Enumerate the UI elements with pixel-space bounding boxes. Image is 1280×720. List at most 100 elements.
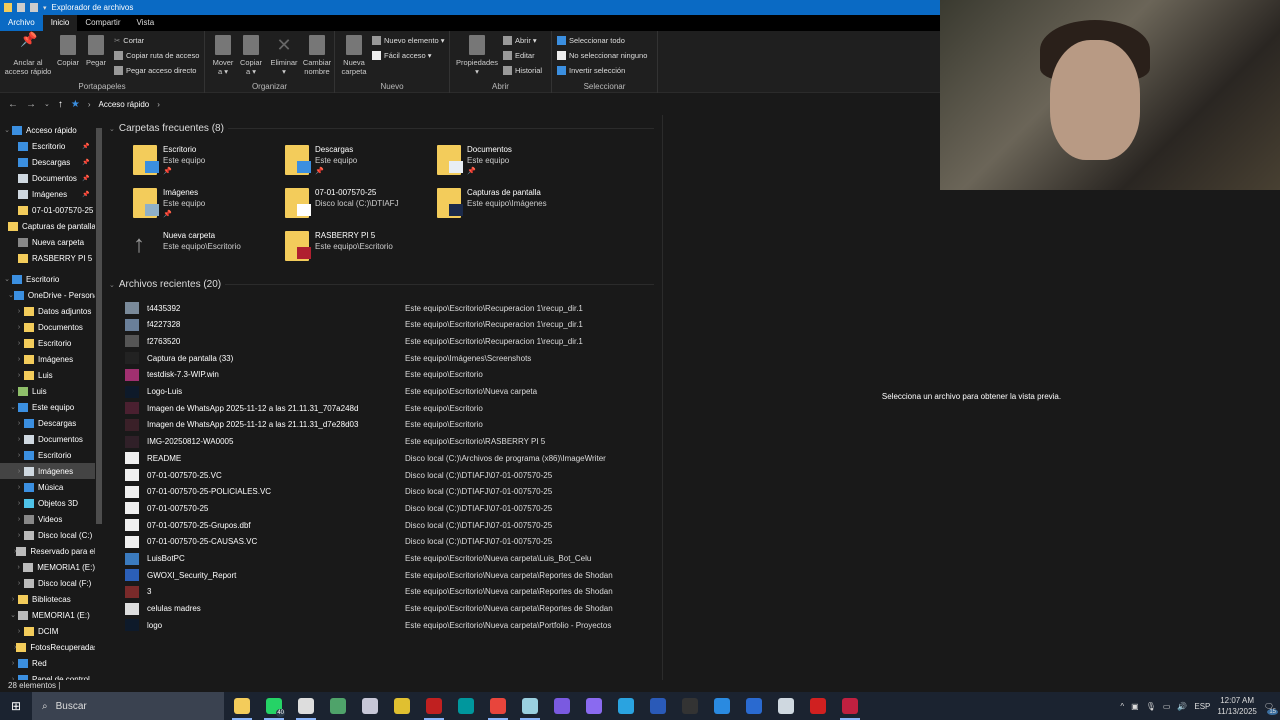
recent-file-row[interactable]: Captura de pantalla (33) Este equipo\Imág… — [125, 350, 655, 366]
frequent-folder-tile[interactable]: Escritorio Este equipo 📌 — [133, 145, 283, 185]
frequent-folder-tile[interactable]: Imágenes Este equipo 📌 — [133, 188, 283, 228]
network-icon[interactable]: ▭ — [1163, 702, 1171, 711]
taskbar-file-explorer-button[interactable] — [226, 692, 258, 720]
move-to-button[interactable]: Mover a ▾ — [209, 35, 237, 76]
recent-file-row[interactable]: 07-01-007570-25-Grupos.dbf Disco local (C… — [125, 517, 655, 533]
nav-item[interactable]: ⌄ MEMORIA1 (E:) — [0, 607, 95, 623]
expand-chevron-icon[interactable]: › — [14, 468, 24, 475]
language-indicator[interactable]: ESP — [1194, 702, 1210, 711]
expand-chevron-icon[interactable]: ⌄ — [8, 611, 18, 619]
microphone-icon[interactable]: 🎙 — [1146, 702, 1156, 711]
taskbar-arduino-button[interactable] — [450, 692, 482, 720]
nav-item[interactable]: ⌄ Acceso rápido — [0, 122, 95, 138]
recent-file-row[interactable]: 07-01-007570-25.VC Disco local (C:)\DTIAF… — [125, 467, 655, 483]
taskbar-steam-button[interactable] — [770, 692, 802, 720]
nav-item[interactable]: ⌄ Escritorio — [0, 271, 95, 287]
expand-chevron-icon[interactable]: › — [14, 372, 24, 379]
nav-item[interactable]: › Documentos — [0, 431, 95, 447]
expand-chevron-icon[interactable]: › — [14, 356, 24, 363]
nav-item[interactable]: › Luis — [0, 367, 95, 383]
back-arrow-icon[interactable]: ← — [8, 99, 18, 110]
nav-item[interactable]: › Escritorio — [0, 335, 95, 351]
up-arrow-icon[interactable]: ↑ — [58, 99, 63, 110]
recent-file-row[interactable]: celulas madres Este equipo\Escritorio\Nue… — [125, 601, 655, 617]
nav-item[interactable]: › Documentos — [0, 319, 95, 335]
frequent-folders-header[interactable]: ⌄ Carpetas frecuentes (8) — [109, 123, 654, 134]
nav-item[interactable]: › MEMORIA1 (E:) — [0, 559, 95, 575]
taskbar-app-notes-button[interactable] — [514, 692, 546, 720]
nav-item[interactable]: › DCIM — [0, 623, 95, 639]
properties-button[interactable]: Propiedades ▾ — [454, 35, 500, 76]
notifications-icon[interactable]: 🗨 15 — [1264, 702, 1278, 715]
expand-chevron-icon[interactable]: › — [14, 452, 24, 459]
taskbar-app-w-button[interactable] — [802, 692, 834, 720]
taskbar-powershell-button[interactable] — [642, 692, 674, 720]
taskbar-vscode-button[interactable] — [706, 692, 738, 720]
taskbar-app-circle-button[interactable] — [418, 692, 450, 720]
expand-chevron-icon[interactable]: › — [14, 532, 24, 539]
recent-locations-chevron-icon[interactable]: ⌄ — [44, 100, 50, 108]
nav-item[interactable]: › Red — [0, 655, 95, 671]
paste-button[interactable]: Pegar — [84, 35, 108, 67]
expand-chevron-icon[interactable]: ⌄ — [2, 126, 12, 134]
expand-chevron-icon[interactable]: › — [14, 484, 24, 491]
taskbar-app-layers-button[interactable] — [386, 692, 418, 720]
properties-quick-icon[interactable] — [17, 3, 25, 12]
tab-archivo[interactable]: Archivo — [0, 15, 43, 31]
taskbar-search[interactable]: ⌕ Buscar — [32, 692, 224, 720]
nav-item[interactable]: › Música — [0, 479, 95, 495]
nav-item[interactable]: 07-01-007570-25 — [0, 202, 95, 218]
taskbar-app-bird-button[interactable] — [354, 692, 386, 720]
new-item-button[interactable]: Nuevo elemento ▾ — [372, 36, 444, 45]
collapse-chevron-icon[interactable]: ⌄ — [109, 125, 115, 133]
frequent-folder-tile[interactable]: ↑ Nueva carpeta Este equipo\Escritorio — [133, 231, 283, 271]
expand-chevron-icon[interactable]: ⌄ — [8, 403, 18, 411]
collapse-chevron-icon[interactable]: ⌄ — [109, 281, 115, 289]
taskbar-app-purple-button[interactable] — [546, 692, 578, 720]
expand-chevron-icon[interactable]: › — [14, 500, 24, 507]
nav-item[interactable]: ⌄ Este equipo — [0, 399, 95, 415]
frequent-folder-tile[interactable]: Descargas Este equipo 📌 — [285, 145, 435, 185]
recent-file-row[interactable]: GWOXI_Security_Report Este equipo\Escrito… — [125, 567, 655, 583]
nav-item[interactable]: › Luis — [0, 383, 95, 399]
show-hidden-icons-chevron[interactable]: ^ — [1120, 702, 1124, 711]
nav-item[interactable]: Nueva carpeta — [0, 234, 95, 250]
nav-item[interactable]: Imágenes 📌 — [0, 186, 95, 202]
copy-button[interactable]: Copiar — [56, 35, 80, 67]
nav-scrollbar-thumb[interactable] — [96, 128, 102, 524]
recent-file-row[interactable]: f2763520 Este equipo\Escritorio\Recuperac… — [125, 333, 655, 349]
nav-item[interactable]: › Descargas — [0, 415, 95, 431]
taskbar-chatgpt-button[interactable] — [290, 692, 322, 720]
taskbar-proton-vpn-button[interactable] — [578, 692, 610, 720]
start-windows-icon[interactable]: ⊞ — [0, 692, 32, 720]
expand-chevron-icon[interactable]: › — [14, 308, 24, 315]
recent-file-row[interactable]: f4227328 Este equipo\Escritorio\Recuperac… — [125, 317, 655, 333]
taskbar-terminal-button[interactable] — [674, 692, 706, 720]
tray-app-icon[interactable]: ▣ — [1131, 702, 1139, 711]
expand-chevron-icon[interactable]: › — [14, 580, 24, 587]
open-button[interactable]: Abrir ▾ — [503, 36, 537, 45]
new-folder-button[interactable]: Nueva carpeta — [339, 35, 369, 76]
expand-chevron-icon[interactable]: › — [8, 388, 18, 395]
recent-file-row[interactable]: logo Este equipo\Escritorio\Nueva carpeta… — [125, 617, 655, 633]
frequent-folder-tile[interactable]: Capturas de pantalla Este equipo\Imágenes — [437, 188, 587, 228]
expand-chevron-icon[interactable]: › — [14, 324, 24, 331]
pin-quick-access-button[interactable]: 📌 Anclar al acceso rápido — [4, 32, 52, 76]
expand-chevron-icon[interactable]: › — [14, 516, 24, 523]
nav-item[interactable]: › Imágenes — [0, 351, 95, 367]
breadcrumb-chevron-icon[interactable]: › — [157, 100, 160, 109]
nav-item[interactable]: Capturas de pantalla — [0, 218, 95, 234]
recent-file-row[interactable]: t4435392 Este equipo\Escritorio\Recuperac… — [125, 300, 655, 316]
nav-item[interactable]: RASBERRY PI 5 — [0, 250, 95, 266]
paste-shortcut-button[interactable]: Pegar acceso directo — [114, 66, 196, 75]
expand-chevron-icon[interactable]: › — [14, 340, 24, 347]
expand-chevron-icon[interactable]: › — [8, 660, 18, 667]
recent-file-row[interactable]: 07-01-007570-25-POLICIALES.VC Disco local… — [125, 484, 655, 500]
nav-item[interactable]: › Panel de control — [0, 671, 95, 680]
recent-file-row[interactable]: IMG-20250812-WA0005 Este equipo\Escritori… — [125, 434, 655, 450]
expand-chevron-icon[interactable]: ⌄ — [2, 275, 12, 283]
nav-item[interactable]: › Datos adjuntos — [0, 303, 95, 319]
recent-file-row[interactable]: 3 Este equipo\Escritorio\Nueva carpeta\Re… — [125, 584, 655, 600]
taskbar-chrome-button[interactable] — [482, 692, 514, 720]
tab-compartir[interactable]: Compartir — [77, 15, 128, 31]
